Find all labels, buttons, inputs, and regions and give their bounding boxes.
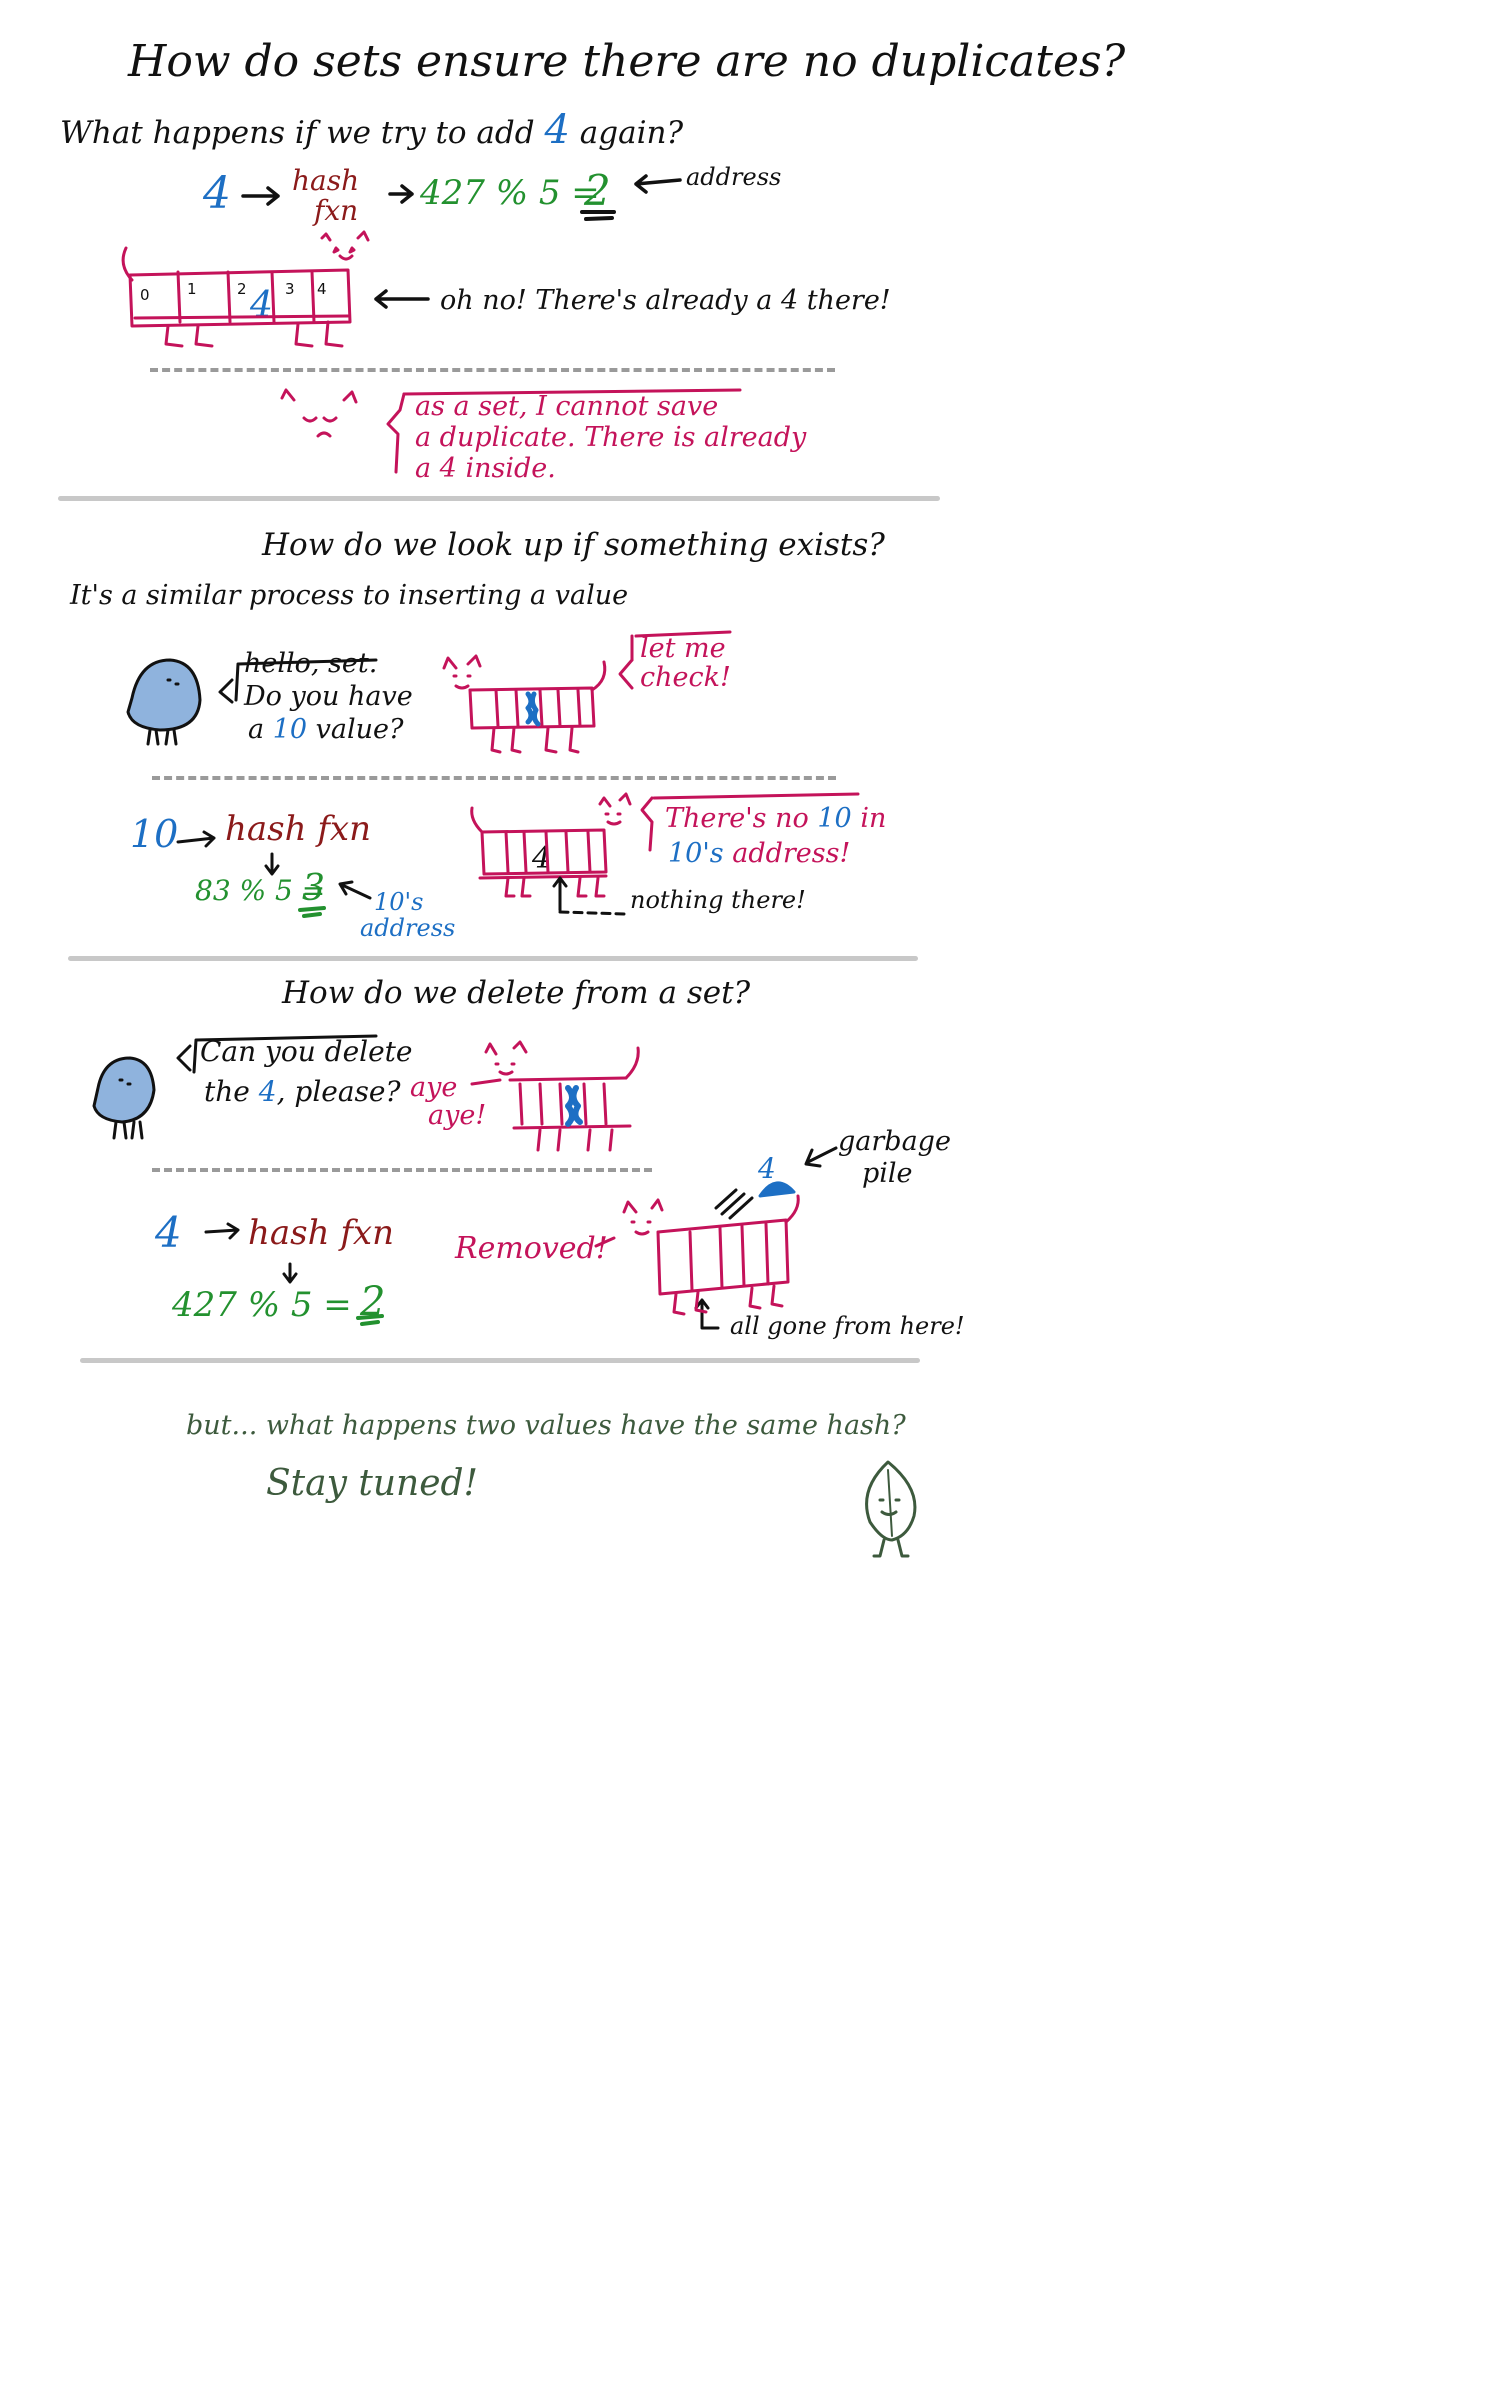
doodle-layer [92, 174, 917, 1558]
s3-motion-lines [714, 1188, 754, 1220]
s2-bird [126, 658, 378, 746]
s3-cat-blue-scribble [565, 1085, 583, 1127]
s3-removed-cat [594, 1194, 800, 1316]
leaf-icon [865, 1460, 917, 1558]
s3-garbage-pile [758, 1181, 796, 1198]
s1-result-underline [580, 210, 616, 221]
s1-cat-face [280, 388, 742, 474]
s1-arrows [241, 174, 682, 309]
s2-cat-1 [442, 630, 732, 754]
s2-cat-2 [470, 792, 860, 898]
s3-cat [470, 1040, 640, 1152]
s1-set-cat [121, 230, 370, 348]
s3-bird [92, 1034, 378, 1140]
s2-cat-1-blue-scribble [525, 691, 541, 727]
